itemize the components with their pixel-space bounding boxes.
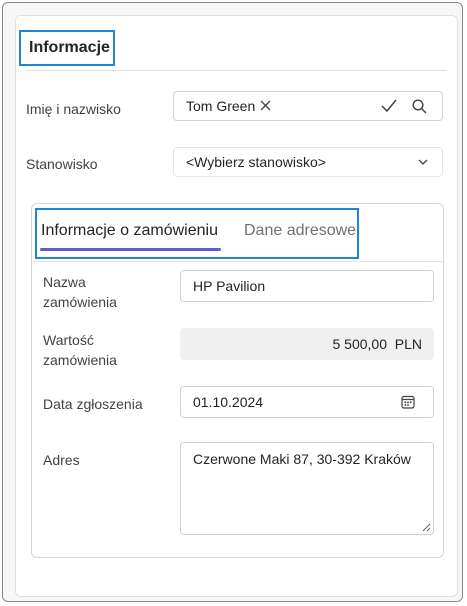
tab-address-data[interactable]: Dane adresowe [244, 222, 356, 240]
address-label: Adres [43, 452, 80, 468]
window-frame: Informacje Imię i nazwisko Tom Green Sta… [2, 2, 463, 602]
order-value-value: 5 500,00 PLN [332, 336, 422, 352]
section-title: Informacje [19, 30, 115, 66]
address-textarea[interactable]: Czerwone Maki 87, 30-392 Kraków [180, 442, 434, 535]
address-value: Czerwone Maki 87, 30-392 Kraków [193, 451, 411, 467]
person-value: Tom Green [186, 98, 256, 114]
calendar-icon[interactable] [401, 395, 415, 409]
resize-handle-icon[interactable] [422, 523, 431, 532]
date-value: 01.10.2024 [193, 394, 264, 410]
date-picker-input[interactable]: 01.10.2024 [180, 386, 434, 418]
person-lookup-field[interactable]: Tom Green [173, 91, 443, 121]
position-label: Stanowisko [26, 156, 98, 172]
position-select[interactable]: <Wybierz stanowisko> [173, 147, 443, 177]
tab-order-info[interactable]: Informacje o zamówieniu [41, 222, 218, 240]
order-name-value: HP Pavilion [193, 278, 266, 294]
section-divider [26, 70, 447, 71]
chevron-down-icon [418, 159, 428, 166]
order-name-input[interactable]: HP Pavilion [180, 270, 434, 302]
checkmark-icon[interactable] [381, 99, 397, 113]
order-value-label: Wartość zamówienia [43, 332, 117, 368]
active-tab-indicator [40, 248, 221, 251]
search-icon[interactable] [412, 99, 427, 114]
order-tabs-card: Informacje o zamówieniu Dane adresowe Na… [31, 203, 444, 558]
position-value: <Wybierz stanowisko> [186, 154, 326, 170]
date-label: Data zgłoszenia [43, 396, 143, 412]
close-icon[interactable] [260, 100, 271, 111]
person-label: Imię i nazwisko [26, 101, 121, 117]
order-name-label: Nazwa zamówienia [43, 274, 117, 310]
order-value-field: 5 500,00 PLN [180, 328, 434, 360]
tabs-divider [32, 261, 443, 262]
form-card: Informacje Imię i nazwisko Tom Green Sta… [15, 15, 458, 597]
